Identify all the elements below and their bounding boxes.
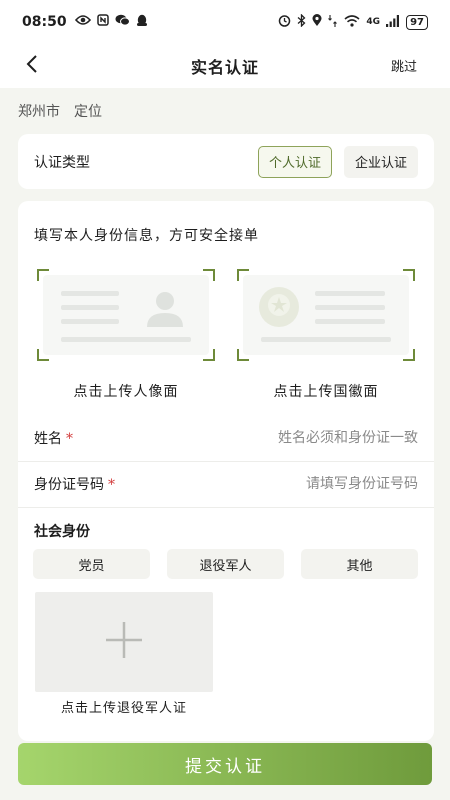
auth-type-label: 认证类型 [34,154,90,171]
upload-id-back[interactable] [237,269,415,361]
submit-button[interactable]: 提交认证 [18,743,432,785]
id-card-back-placeholder [243,275,409,355]
id-number-label-text: 身份证号码 [34,477,104,493]
page-title: 实名认证 [190,58,259,77]
other-option[interactable]: 其他 [301,549,418,579]
party-member-option[interactable]: 党员 [33,549,150,579]
divider [18,507,434,508]
required-mark: * [66,431,73,447]
name-input[interactable] [154,430,418,446]
plus-icon [104,620,144,664]
nfc-icon [96,14,109,30]
personal-auth-button[interactable]: 个人认证 [257,145,332,178]
social-identity-title: 社会身份 [34,524,90,540]
back-button[interactable] [18,52,46,80]
frame-corner [403,269,415,281]
data-speed-icon [328,14,338,31]
skip-button[interactable]: 跳过 [391,56,417,75]
required-mark: * [108,477,115,493]
nav-bar: 实名认证 跳过 [0,44,450,88]
veteran-option[interactable]: 退役军人 [167,549,284,579]
id-number-label: 身份证号码 * [34,474,154,494]
status-right: 4G 97 [278,13,428,31]
upload-back-caption[interactable]: 点击上传国徽面 [228,381,424,401]
status-time: 08:50 [22,14,67,30]
upload-id-front[interactable] [37,269,215,361]
frame-corner [237,349,249,361]
wechat-icon [115,14,130,30]
name-label: 姓名 * [34,428,154,448]
id-portrait-illustration [61,291,191,342]
alarm-icon [278,14,291,30]
frame-corner [37,269,49,281]
city-label: 郑州市 [18,104,60,120]
battery-indicator: 97 [406,14,428,30]
veteran-upload-caption: 点击上传退役军人证 [60,701,187,716]
id-number-row: 身份证号码 * [34,461,418,507]
frame-corner [203,349,215,361]
auth-type-card: 认证类型 个人认证 企业认证 [18,134,434,189]
status-left: 08:50 [22,14,148,30]
name-label-text: 姓名 [34,431,62,447]
eye-icon [74,14,91,30]
status-left-icons [74,14,148,30]
id-card-front-placeholder [43,275,209,355]
enterprise-auth-button[interactable]: 企业认证 [343,145,418,178]
frame-corner [37,349,49,361]
id-number-input[interactable] [154,476,418,492]
form-intro: 填写本人身份信息，方可安全接单 [34,228,259,244]
chevron-left-icon [25,54,39,78]
qq-icon [136,14,148,30]
frame-corner [403,349,415,361]
location-bar: 郑州市 定位 [18,101,102,121]
bluetooth-icon [297,13,306,30]
location-icon [312,14,322,30]
status-bar: 08:50 4G 97 [0,0,450,44]
id-emblem-illustration [259,287,391,342]
locate-button[interactable]: 定位 [74,101,102,121]
auth-type-options: 个人认证 企业认证 [257,145,418,178]
name-row: 姓名 * [34,415,418,461]
wifi-icon [344,14,360,30]
upload-front-caption[interactable]: 点击上传人像面 [28,381,224,401]
identity-form-card: 填写本人身份信息，方可安全接单 点击上传人像面 点击上传国徽面 姓名 * 姓名必… [18,201,434,741]
upload-veteran-certificate[interactable] [35,592,213,692]
frame-corner [203,269,215,281]
signal-icon [386,14,400,30]
network-label: 4G [366,17,381,27]
frame-corner [237,269,249,281]
social-identity-options: 党员 退役军人 其他 [33,549,418,579]
